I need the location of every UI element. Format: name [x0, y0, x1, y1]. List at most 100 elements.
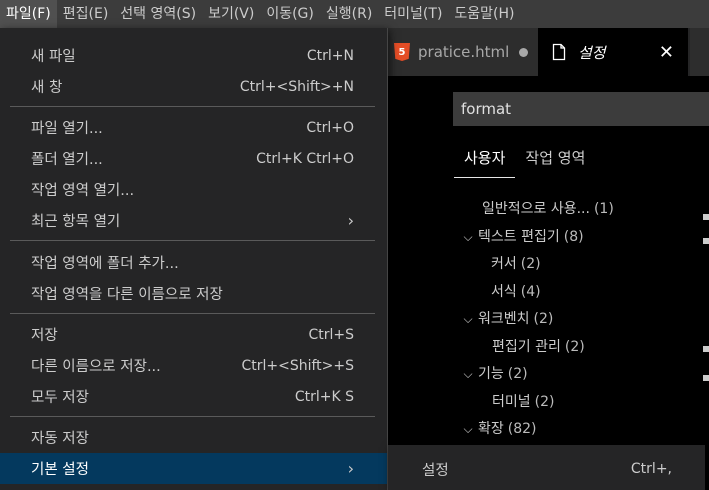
toc-label: 워크벤치	[478, 311, 530, 327]
menu-view[interactable]: 보기(V)	[202, 0, 260, 28]
menu-edit[interactable]: 편집(E)	[57, 0, 115, 28]
scroll-marker	[703, 375, 709, 381]
menu-item-label: 설정	[422, 462, 449, 479]
settings-search-box[interactable]	[453, 92, 709, 126]
menu-item-label: 자동 저장	[31, 431, 89, 447]
menu-item-open-folder[interactable]: 폴더 열기... Ctrl+K Ctrl+O	[0, 143, 387, 174]
toc-item[interactable]: ⌵ 기능 (2)	[458, 361, 709, 389]
tab-settings[interactable]: 설정 ✕	[538, 28, 688, 76]
menu-separator	[10, 313, 375, 314]
toc-label: 일반적으로 사용...	[482, 201, 590, 217]
file-icon	[552, 43, 566, 61]
preferences-submenu: 설정 Ctrl+,	[388, 445, 705, 490]
menu-separator	[10, 106, 375, 107]
toc-label: 서식	[491, 283, 517, 300]
menu-item-label: 기본 설정	[31, 462, 89, 478]
menu-item-label: 파일 열기...	[31, 121, 103, 137]
menu-separator	[10, 240, 375, 241]
toc-label: 확장	[478, 421, 504, 437]
tab-overflow[interactable]	[690, 28, 709, 76]
file-menu-dropdown: 새 파일 Ctrl+N 새 창 Ctrl+<Shift>+N 파일 열기... …	[0, 28, 388, 490]
toc-count: (2)	[534, 393, 555, 410]
settings-search-input[interactable]	[454, 93, 708, 125]
menu-go[interactable]: 이동(G)	[260, 0, 320, 28]
menu-item-shortcut: Ctrl+S	[308, 326, 354, 343]
menu-item-shortcut: Ctrl+,	[630, 461, 672, 477]
toc-item[interactable]: ⌵ 확장 (82)	[458, 416, 709, 444]
menu-separator	[10, 416, 375, 417]
toc-count: (2)	[507, 366, 528, 382]
toc-count: (8)	[563, 228, 584, 245]
menu-item-label: 폴더 열기...	[31, 152, 103, 168]
menu-item-save-as[interactable]: 다른 이름으로 저장... Ctrl+<Shift>+S	[0, 350, 387, 381]
chevron-right-icon: ›	[347, 459, 354, 478]
scroll-marker	[703, 346, 709, 352]
menu-terminal[interactable]: 터미널(T)	[378, 0, 448, 28]
menu-item-label: 최근 항목 열기	[31, 214, 121, 230]
toc-item[interactable]: 서식 (4)	[458, 279, 709, 307]
menu-item-open-workspace[interactable]: 작업 영역 열기...	[0, 174, 387, 205]
menu-item-shortcut: Ctrl+N	[306, 47, 354, 64]
menu-item-label: 작업 영역을 다른 이름으로 저장	[31, 287, 223, 303]
menu-item-settings[interactable]: 설정 Ctrl+,	[388, 453, 705, 485]
toc-count: (2)	[533, 311, 554, 327]
menu-item-label: 새 파일	[31, 49, 76, 65]
menu-run[interactable]: 실행(R)	[320, 0, 378, 28]
close-icon[interactable]: ✕	[659, 42, 674, 63]
tab-label: pratice.html	[418, 43, 510, 61]
chevron-down-icon[interactable]: ⌵	[458, 306, 478, 334]
toc-label: 터미널	[492, 393, 531, 410]
toc-item[interactable]: 편집기 관리 (2)	[458, 334, 709, 362]
menu-help[interactable]: 도움말(H)	[448, 0, 520, 28]
tab-label: 설정	[578, 43, 606, 62]
toc-item[interactable]: ⌵ 텍스트 편집기 (8)	[458, 224, 709, 252]
toc-label: 커서	[491, 256, 517, 272]
menu-item-preferences[interactable]: 기본 설정 ›	[0, 453, 387, 484]
scroll-marker	[703, 214, 709, 220]
menu-item-shortcut: Ctrl+K Ctrl+O	[256, 150, 354, 167]
menu-item-save[interactable]: 저장 Ctrl+S	[0, 319, 387, 350]
menu-item-add-folder-to-workspace[interactable]: 작업 영역에 폴더 추가...	[0, 247, 387, 278]
menu-item-save-all[interactable]: 모두 저장 Ctrl+K S	[0, 381, 387, 412]
toc-label: 기능	[478, 366, 504, 382]
menu-item-label: 작업 영역에 폴더 추가...	[31, 256, 179, 272]
toc-item[interactable]: 커서 (2)	[458, 251, 709, 279]
scroll-marker	[703, 238, 709, 244]
menu-item-new-window[interactable]: 새 창 Ctrl+<Shift>+N	[0, 71, 387, 102]
toc-item[interactable]: 터미널 (2)	[458, 389, 709, 417]
menu-file[interactable]: 파일(F)	[0, 0, 57, 28]
toc-label: 편집기 관리	[492, 338, 561, 355]
menu-item-shortcut: Ctrl+<Shift>+S	[241, 357, 354, 374]
toc-count: (2)	[520, 256, 541, 272]
toc-count: (4)	[520, 283, 541, 300]
chevron-down-icon[interactable]: ⌵	[458, 224, 478, 252]
menu-item-save-workspace-as[interactable]: 작업 영역을 다른 이름으로 저장	[0, 278, 387, 309]
settings-scope-tabs: 사용자 작업 영역	[454, 144, 595, 178]
settings-toc: 일반적으로 사용... (1) ⌵ 텍스트 편집기 (8) 커서 (2) 서식 …	[458, 196, 709, 444]
menu-item-label: 저장	[31, 328, 58, 344]
tab-pratice-html[interactable]: 5 pratice.html	[388, 28, 538, 76]
menu-selection[interactable]: 선택 영역(S)	[114, 0, 202, 28]
menu-item-shortcut: Ctrl+<Shift>+N	[239, 78, 354, 95]
toc-count: (1)	[593, 201, 614, 217]
menu-item-label: 모두 저장	[31, 390, 89, 406]
tab-workspace[interactable]: 작업 영역	[515, 144, 595, 178]
toc-label: 텍스트 편집기	[478, 228, 560, 245]
unsaved-dot-icon[interactable]	[519, 47, 529, 57]
toc-count: (82)	[507, 421, 537, 437]
menu-item-new-file[interactable]: 새 파일 Ctrl+N	[0, 40, 387, 71]
chevron-down-icon[interactable]: ⌵	[458, 416, 478, 444]
menu-item-shortcut: Ctrl+O	[306, 119, 354, 136]
chevron-right-icon: ›	[347, 211, 354, 230]
menu-item-open-file[interactable]: 파일 열기... Ctrl+O	[0, 112, 387, 143]
toc-item[interactable]: ⌵ 워크벤치 (2)	[458, 306, 709, 334]
tab-user[interactable]: 사용자	[454, 144, 516, 178]
chevron-down-icon[interactable]: ⌵	[458, 361, 478, 389]
menu-item-auto-save[interactable]: 자동 저장	[0, 422, 387, 453]
toc-item[interactable]: 일반적으로 사용... (1)	[458, 196, 709, 224]
menu-item-open-recent[interactable]: 최근 항목 열기 ›	[0, 205, 387, 236]
menu-item-shortcut: Ctrl+K S	[294, 388, 354, 405]
menu-item-label: 다른 이름으로 저장...	[31, 359, 161, 375]
menu-item-label: 새 창	[31, 80, 63, 96]
toc-count: (2)	[564, 338, 585, 355]
